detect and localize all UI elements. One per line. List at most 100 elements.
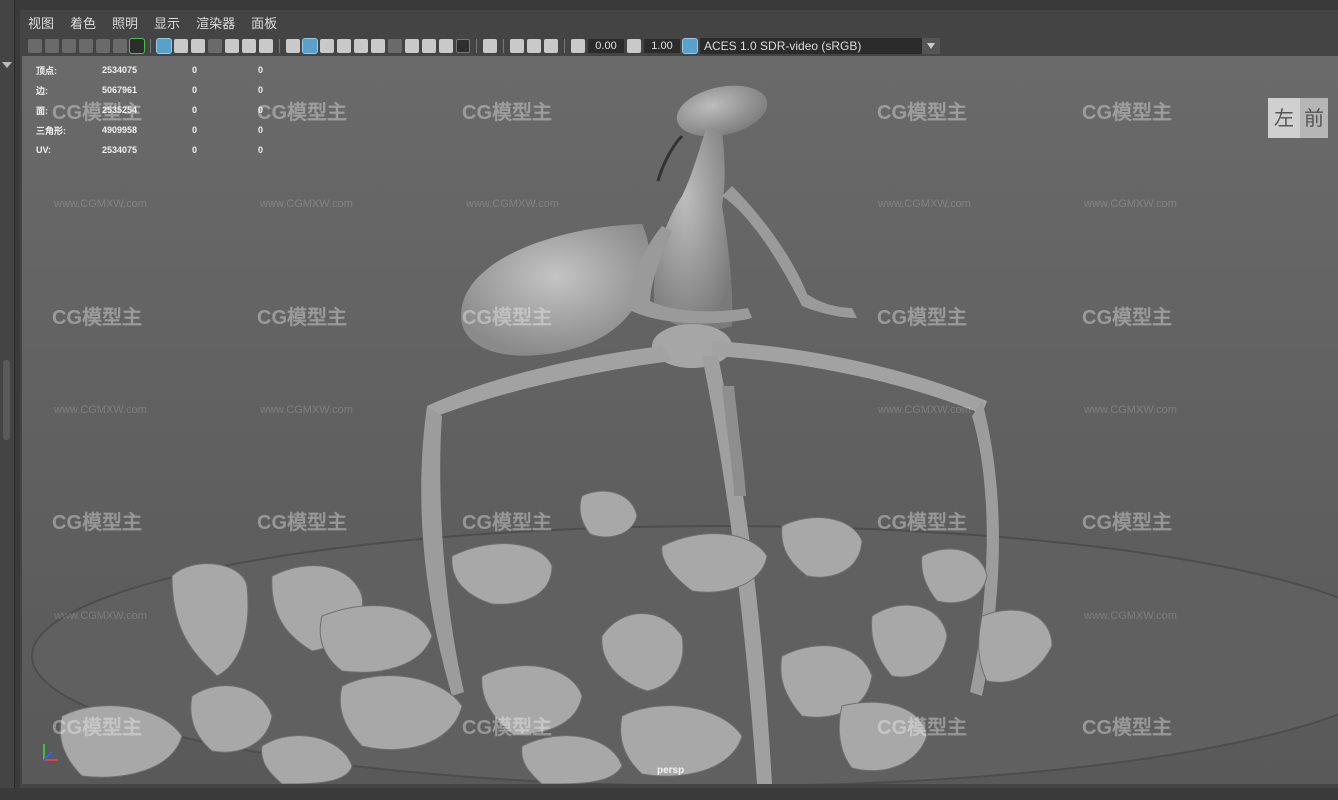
hud-row-edges: 边: 5067961 0 0 — [36, 80, 288, 100]
camera-attributes-icon[interactable] — [45, 39, 59, 53]
hud-value: 4909958 — [102, 125, 138, 135]
hud-row-vertices: 顶点: 2534075 0 0 — [36, 60, 288, 80]
xray-joints-icon[interactable] — [544, 39, 558, 53]
toolbar-divider — [279, 39, 280, 53]
watermark-logo: CG模型主 — [462, 717, 552, 739]
safe-title-icon[interactable] — [259, 39, 273, 53]
watermark-url: www.CGMXW.com — [1084, 404, 1177, 416]
gamma-icon[interactable] — [627, 39, 641, 53]
image-plane-icon[interactable] — [79, 39, 93, 53]
textured-icon[interactable] — [354, 39, 368, 53]
watermark-logo: CG模型主 — [462, 307, 552, 329]
watermark-logo: CG模型主 — [877, 102, 967, 124]
field-chart-icon[interactable] — [225, 39, 239, 53]
collapse-arrow-icon[interactable] — [2, 62, 12, 68]
film-gate-icon[interactable] — [174, 39, 188, 53]
menu-view[interactable]: 视图 — [20, 14, 62, 34]
hud-selected: 0 — [192, 145, 198, 155]
panel-toolbar: 0.00 1.00 ACES 1.0 SDR-video (sRGB) — [20, 36, 1338, 56]
menu-shading[interactable]: 着色 — [62, 14, 104, 34]
watermark-logo: CG模型主 — [877, 717, 967, 739]
menu-lighting[interactable]: 照明 — [104, 14, 146, 34]
xray-icon[interactable] — [510, 39, 524, 53]
view-cube-left-face[interactable]: 左 — [1268, 98, 1300, 138]
watermark-logo: CG模型主 — [52, 512, 142, 534]
chevron-down-icon — [922, 38, 940, 54]
hud-selected: 0 — [192, 85, 198, 95]
hud-label: 三角形: — [36, 125, 66, 136]
select-camera-icon[interactable] — [28, 39, 42, 53]
hud-row-triangles: 三角形: 4909958 0 0 — [36, 120, 288, 140]
hud-selected: 0 — [192, 105, 198, 115]
3d-viewport[interactable]: CG模型主 CG模型主 CG模型主 CG模型主 CG模型主 CG模型主 CG模型… — [22, 56, 1338, 784]
scene-render — [31, 85, 1338, 784]
exposure-icon[interactable] — [571, 39, 585, 53]
use-default-material-icon[interactable] — [320, 39, 334, 53]
resolution-gate-icon[interactable] — [191, 39, 205, 53]
safe-action-icon[interactable] — [242, 39, 256, 53]
smooth-shade-icon[interactable] — [302, 38, 318, 54]
hud-value: 5067961 — [102, 85, 138, 95]
hud-selected: 0 — [192, 65, 198, 75]
hud-row-faces: 面: 2535254 0 0 — [36, 100, 288, 120]
wireframe-on-shaded-icon[interactable] — [337, 39, 351, 53]
xray-active-components-icon[interactable] — [527, 39, 541, 53]
watermark-logo: CG模型主 — [257, 307, 347, 329]
watermark-logo: CG模型主 — [52, 717, 142, 739]
hud-label: UV: — [36, 145, 52, 155]
color-management-icon[interactable] — [682, 38, 698, 54]
watermark-logo: CG模型主 — [462, 102, 552, 124]
wireframe-icon[interactable] — [286, 39, 300, 53]
creature-right-arm — [722, 186, 857, 318]
exposure-field[interactable]: 0.00 — [588, 39, 624, 53]
hud-selected-alt: 0 — [258, 105, 264, 115]
watermark-logo: CG模型主 — [877, 512, 967, 534]
hud-selected-alt: 0 — [258, 85, 264, 95]
hud-value: 2535254 — [102, 105, 138, 115]
hud-label: 边: — [36, 85, 48, 96]
isolate-select-icon[interactable] — [483, 39, 497, 53]
view-transform-label: ACES 1.0 SDR-video (sRGB) — [704, 39, 862, 53]
menu-panels[interactable]: 面板 — [243, 14, 285, 34]
grease-pencil-icon[interactable] — [113, 39, 127, 53]
watermark-logo: CG模型主 — [52, 307, 142, 329]
depth-of-field-icon[interactable] — [456, 39, 470, 53]
camera-name-label: persp — [657, 765, 685, 776]
watermark-logo: CG模型主 — [257, 512, 347, 534]
watermark-logo: CG模型主 — [1082, 102, 1172, 124]
view-cube[interactable]: 左 前 — [1264, 90, 1334, 144]
axis-gizmo-icon — [43, 744, 58, 761]
creature-left-thigh — [427, 346, 672, 418]
screen-space-ao-icon[interactable] — [405, 39, 419, 53]
grid-icon[interactable] — [156, 38, 172, 54]
watermark-logo: CG模型主 — [1082, 717, 1172, 739]
lights-icon[interactable] — [371, 39, 385, 53]
shadows-icon[interactable] — [388, 39, 402, 53]
shelf-scrollbar[interactable] — [3, 360, 10, 440]
watermark-logo: CG模型主 — [877, 307, 967, 329]
time-ruler[interactable] — [0, 788, 1338, 800]
motion-blur-icon[interactable] — [422, 39, 436, 53]
watermark-url: www.CGMXW.com — [878, 404, 971, 416]
hud-value: 2534075 — [102, 65, 138, 75]
creature-wing — [461, 224, 650, 356]
poly-count-hud: 顶点: 2534075 0 0 边: 5067961 0 0 面: 253525… — [36, 60, 288, 160]
gate-mask-icon[interactable] — [208, 39, 222, 53]
watermark-logo: CG模型主 — [1082, 512, 1172, 534]
watermark-url: www.CGMXW.com — [1084, 610, 1177, 622]
pencil-icon[interactable] — [129, 38, 145, 54]
menu-renderer[interactable]: 渲染器 — [188, 14, 243, 34]
view-transform-dropdown[interactable]: ACES 1.0 SDR-video (sRGB) — [700, 38, 940, 54]
view-cube-front-face[interactable]: 前 — [1300, 98, 1328, 138]
hud-selected-alt: 0 — [258, 125, 264, 135]
toolbar-divider — [564, 39, 565, 53]
watermark-url: www.CGMXW.com — [260, 404, 353, 416]
gamma-field[interactable]: 1.00 — [644, 39, 680, 53]
bookmark-icon[interactable] — [62, 39, 76, 53]
anti-aliasing-icon[interactable] — [439, 39, 453, 53]
panel-menubar: 视图 着色 照明 显示 渲染器 面板 — [20, 14, 1338, 34]
2d-pan-zoom-icon[interactable] — [96, 39, 110, 53]
watermark-url: www.CGMXW.com — [54, 198, 147, 210]
watermark-logo: CG模型主 — [1082, 307, 1172, 329]
menu-show[interactable]: 显示 — [146, 14, 188, 34]
